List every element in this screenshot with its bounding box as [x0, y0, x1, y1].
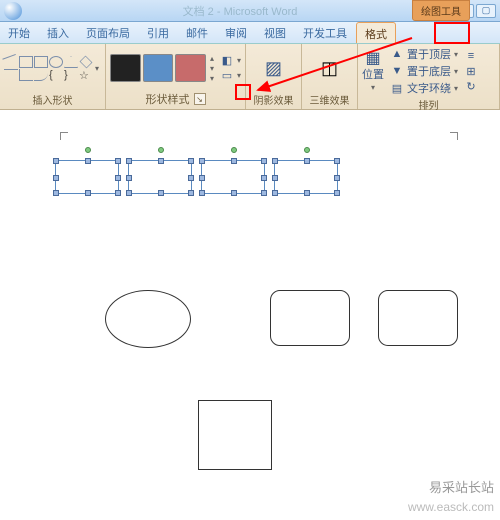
rotate-handle[interactable] — [85, 147, 91, 153]
crop-mark-icon — [450, 132, 458, 140]
rotate-handle[interactable] — [304, 147, 310, 153]
shape-ellipse-icon[interactable] — [49, 56, 63, 68]
tab-references[interactable]: 引用 — [139, 22, 178, 43]
styles-up-icon[interactable]: ▴ — [210, 54, 214, 63]
maximize-button[interactable]: ▢ — [476, 4, 496, 18]
rotate-button[interactable]: ↻ — [464, 79, 478, 93]
wrap-icon: ▤ — [390, 81, 404, 95]
shape-triangle-icon[interactable] — [64, 56, 78, 68]
rounded-rect-shape-2[interactable] — [378, 290, 458, 346]
group-insert-shapes: { } ☆ ▾ 插入形状 — [0, 44, 106, 109]
selected-shape-2[interactable] — [128, 160, 192, 194]
shape-lconn-icon[interactable] — [19, 69, 33, 81]
text-wrap-button[interactable]: ▤文字环绕▾ — [390, 80, 458, 96]
group-label-3d: 三维效果 — [306, 91, 353, 107]
shape-styles-launcher[interactable]: ↘ — [194, 93, 206, 105]
tab-review[interactable]: 审阅 — [217, 22, 256, 43]
shadow-icon[interactable]: ▨ — [267, 62, 281, 76]
tab-mailings[interactable]: 邮件 — [178, 22, 217, 43]
fill-icon: ◧ — [220, 54, 234, 68]
rotate-icon: ↻ — [464, 79, 478, 93]
shape-brace-icon[interactable]: { — [49, 69, 63, 81]
shape-fill-button[interactable]: ◧▾ — [220, 54, 241, 68]
shape-arrow-icon[interactable] — [4, 69, 18, 81]
selected-shape-4[interactable] — [274, 160, 338, 194]
shape-diamond-icon[interactable] — [80, 56, 93, 69]
crop-mark-icon — [60, 132, 68, 140]
shapes-more-icon[interactable]: ▾ — [95, 64, 99, 73]
send-back-button[interactable]: ▼置于底层▾ — [390, 63, 458, 79]
shape-line-icon[interactable] — [2, 54, 19, 70]
group-label-insert-shapes: 插入形状 — [4, 91, 101, 107]
rounded-rect-shape-1[interactable] — [270, 290, 350, 346]
back-icon: ▼ — [390, 64, 404, 78]
tab-view[interactable]: 视图 — [256, 22, 295, 43]
group-shape-styles: ▴ ▾ ▾ ◧▾ ▭▾ 形状样式 ↘ — [106, 44, 246, 109]
align-button[interactable]: ≡ — [464, 49, 478, 63]
group-shadow: ▨ 阴影效果 — [246, 44, 302, 109]
contextual-tab-drawing-tools: 绘图工具 — [412, 0, 470, 21]
ribbon: { } ☆ ▾ 插入形状 ▴ ▾ ▾ ◧▾ ▭▾ 形状样式 ↘ — [0, 44, 500, 110]
group-button[interactable]: ⊞ — [464, 64, 478, 78]
styles-down-icon[interactable]: ▾ — [210, 64, 214, 73]
ribbon-tabs: 开始 插入 页面布局 引用 邮件 审阅 视图 开发工具 格式 — [0, 22, 500, 44]
style-swatch-blue[interactable] — [143, 54, 174, 82]
shape-star-icon[interactable]: ☆ — [79, 69, 93, 81]
shape-rect2-icon[interactable] — [34, 56, 48, 68]
outline-icon: ▭ — [220, 69, 234, 83]
shape-outline-button[interactable]: ▭▾ — [220, 69, 241, 83]
shape-rect-icon[interactable] — [19, 56, 33, 68]
shape-curve-icon[interactable] — [34, 69, 48, 81]
styles-more-icon[interactable]: ▾ — [210, 74, 214, 83]
group-arrange: ▦ 位置 ▾ ▲置于顶层▾ ▼置于底层▾ ▤文字环绕▾ ≡ ⊞ ↻ 排列 — [358, 44, 500, 109]
tab-format[interactable]: 格式 — [356, 22, 396, 43]
title-text: 文档 2 - Microsoft Word — [28, 3, 452, 19]
selected-shape-3[interactable] — [201, 160, 265, 194]
group-label-shape-styles: 形状样式 — [146, 91, 190, 107]
group-label-shadow: 阴影效果 — [250, 91, 297, 107]
watermark-text: 易采站长站 — [429, 477, 494, 496]
document-canvas[interactable]: 易采站长站 www.easck.com — [0, 110, 500, 520]
bring-front-button[interactable]: ▲置于顶层▾ — [390, 46, 458, 62]
position-icon[interactable]: ▦ — [366, 51, 380, 65]
office-orb-icon[interactable] — [4, 2, 22, 20]
tab-developer[interactable]: 开发工具 — [295, 22, 356, 43]
shapes-gallery[interactable]: { } ☆ — [4, 56, 93, 81]
rotate-handle[interactable] — [231, 147, 237, 153]
front-icon: ▲ — [390, 47, 404, 61]
cube-icon[interactable]: ◫ — [323, 62, 337, 76]
position-label: 位置 — [362, 66, 384, 82]
group-icon: ⊞ — [464, 64, 478, 78]
tab-insert[interactable]: 插入 — [39, 22, 78, 43]
align-icon: ≡ — [464, 49, 478, 63]
ellipse-shape[interactable] — [105, 290, 191, 348]
selected-shape-1[interactable] — [55, 160, 119, 194]
square-shape[interactable] — [198, 400, 272, 470]
tab-page-layout[interactable]: 页面布局 — [78, 22, 139, 43]
group-3d: ◫ 三维效果 — [302, 44, 358, 109]
style-swatch-red[interactable] — [175, 54, 206, 82]
shape-brace2-icon[interactable]: } — [64, 69, 78, 81]
style-swatch-black[interactable] — [110, 54, 141, 82]
tab-home[interactable]: 开始 — [0, 22, 39, 43]
watermark-url: www.easck.com — [408, 500, 494, 514]
rotate-handle[interactable] — [158, 147, 164, 153]
